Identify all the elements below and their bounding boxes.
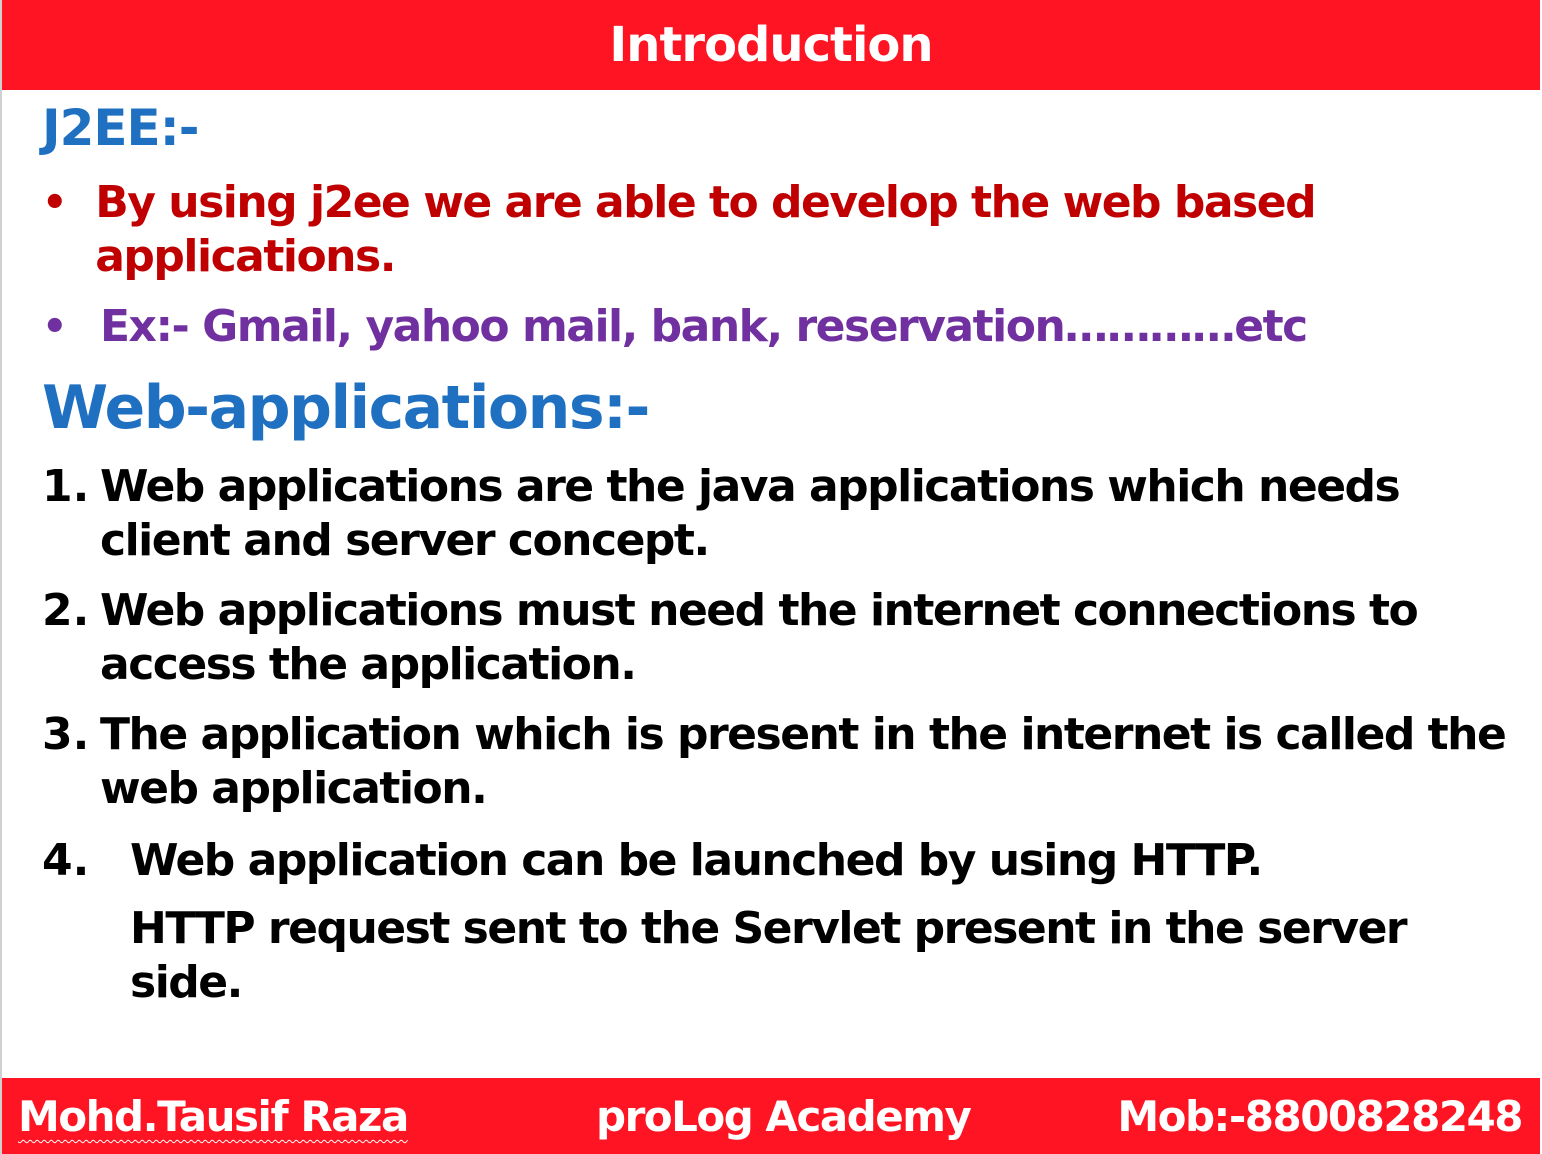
list-text: Web applications must need the internet … [100,585,1419,690]
list-text: Web applications are the java applicatio… [100,461,1401,566]
list-subtext: HTTP request sent to the Servlet present… [130,903,1408,1008]
left-border [0,0,2,1154]
list-item: 2. Web applications must need the intern… [42,584,1512,692]
list-item: 1. Web applications are the java applica… [42,460,1512,568]
list-text: Web application can be launched by using… [130,835,1263,886]
bullet-dot-icon: • [42,304,68,350]
bullet-text: Ex:- Gmail, yahoo mail, bank, reservatio… [100,301,1308,352]
j2ee-bullet-1: • By using j2ee we are able to develop t… [42,176,1502,284]
list-number: 3. [42,709,90,760]
mobile-number: Mob:-8800828248 [1117,1092,1523,1141]
author-name: Mohd.Tausif Raza [18,1092,409,1141]
list-item: 3. The application which is present in t… [42,708,1512,816]
j2ee-bullet-2: • Ex:- Gmail, yahoo mail, bank, reservat… [42,300,1502,354]
list-text: The application which is present in the … [100,709,1507,814]
list-number: 1. [42,461,90,512]
j2ee-heading: J2EE:- [42,99,199,157]
slide-title: Introduction [609,17,933,73]
list-number: 2. [42,585,90,636]
bullet-dot-icon: • [42,180,68,226]
web-applications-heading: Web-applications:- [42,373,650,443]
footer-banner: Mohd.Tausif Raza proLog Academy Mob:-880… [2,1078,1540,1154]
list-item: 4. Web application can be launched by us… [42,834,1512,888]
list-number: 4. [42,835,90,886]
bullet-text: By using j2ee we are able to develop the… [95,177,1316,282]
academy-name: proLog Academy [596,1092,972,1141]
title-banner: Introduction [2,0,1540,90]
